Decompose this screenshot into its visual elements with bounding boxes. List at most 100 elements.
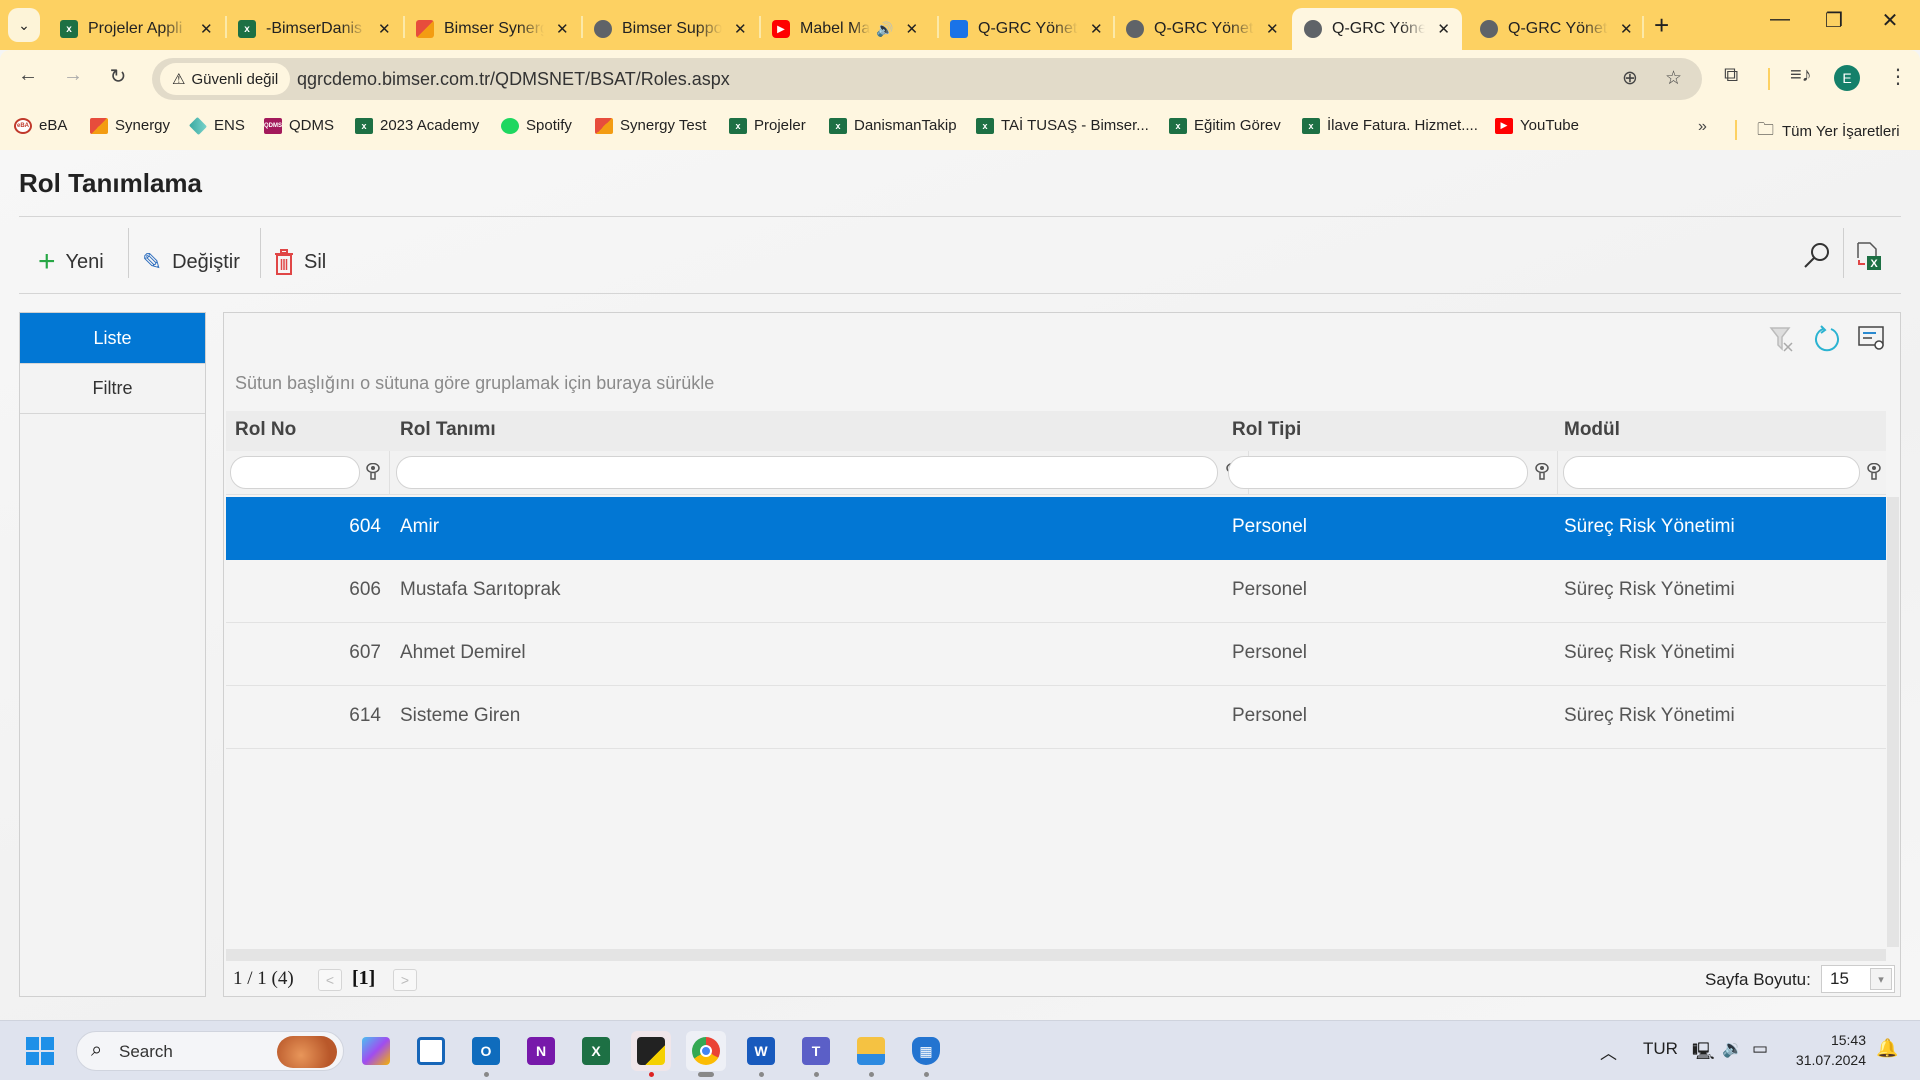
- tab-search-button[interactable]: ⌄: [8, 8, 40, 42]
- close-tab-icon[interactable]: ✕: [200, 20, 213, 38]
- browser-tab[interactable]: Q-GRC Yönet ✕: [1114, 8, 1291, 50]
- onenote-app[interactable]: N: [521, 1031, 561, 1071]
- close-tab-icon[interactable]: ✕: [1090, 20, 1103, 38]
- volume-icon[interactable]: 🔉: [1722, 1039, 1743, 1059]
- file-explorer-app[interactable]: [851, 1031, 891, 1077]
- clear-filter-icon[interactable]: [1769, 325, 1795, 353]
- word-app[interactable]: W: [741, 1031, 781, 1077]
- browser-tab[interactable]: ▶ Mabel Ma 🔊 ✕: [760, 8, 930, 50]
- system-clock[interactable]: 15:43 31.07.2024: [1794, 1030, 1866, 1070]
- zoom-in-icon[interactable]: ⊕: [1622, 67, 1638, 90]
- delete-button[interactable]: Sil: [274, 242, 326, 282]
- back-button[interactable]: ←: [13, 64, 43, 87]
- group-panel-hint[interactable]: Sütun başlığını o sütuna göre gruplamak …: [235, 373, 714, 394]
- teams-app[interactable]: T: [796, 1031, 836, 1077]
- sticky-notes-app[interactable]: [631, 1031, 671, 1077]
- table-row[interactable]: 606 Mustafa Sarıtoprak Personel Süreç Ri…: [226, 560, 1886, 623]
- copilot-app[interactable]: [356, 1031, 396, 1071]
- battery-icon[interactable]: ▭: [1752, 1039, 1768, 1059]
- security-app[interactable]: ▦: [906, 1031, 946, 1077]
- column-header-modul[interactable]: Modül: [1564, 419, 1620, 441]
- bookmark-item[interactable]: Synergy Test: [595, 117, 706, 134]
- browser-tab[interactable]: x -BimserDanis ✕: [226, 8, 403, 50]
- browser-tab[interactable]: Bimser Synerg ✕: [404, 8, 581, 50]
- task-view-app[interactable]: [411, 1031, 451, 1071]
- browser-tab[interactable]: Bimser Suppo ✕: [582, 8, 759, 50]
- tab-liste[interactable]: Liste: [20, 313, 205, 364]
- next-page-button[interactable]: >: [393, 969, 417, 991]
- reload-button[interactable]: ↻: [103, 64, 133, 89]
- new-tab-button[interactable]: +: [1654, 10, 1669, 41]
- media-control-icon[interactable]: ≡♪: [1790, 64, 1812, 87]
- network-icon[interactable]: 🖳: [1692, 1039, 1715, 1068]
- minimize-button[interactable]: —: [1760, 8, 1800, 31]
- browser-tab-active[interactable]: Q-GRC Yöneti ✕: [1292, 8, 1462, 50]
- bookmark-item[interactable]: x 2023 Academy: [355, 117, 479, 134]
- chrome-app[interactable]: [686, 1031, 726, 1077]
- notification-bell-icon[interactable]: 🔔: [1876, 1038, 1898, 1059]
- column-header-rol-tanimi[interactable]: Rol Tanımı: [400, 419, 496, 441]
- column-settings-icon[interactable]: [1858, 325, 1886, 351]
- close-window-button[interactable]: ✕: [1870, 8, 1910, 33]
- close-tab-icon[interactable]: ✕: [734, 20, 747, 38]
- refresh-icon[interactable]: [1813, 325, 1841, 353]
- table-row[interactable]: 614 Sisteme Giren Personel Süreç Risk Yö…: [226, 686, 1886, 749]
- column-header-rol-tipi[interactable]: Rol Tipi: [1232, 419, 1301, 441]
- edit-button[interactable]: ✎ Değiştir: [142, 242, 240, 282]
- bookmark-item[interactable]: ENS: [188, 116, 245, 135]
- table-row[interactable]: 607 Ahmet Demirel Personel Süreç Risk Yö…: [226, 623, 1886, 686]
- close-tab-icon[interactable]: ✕: [905, 20, 918, 38]
- close-tab-icon[interactable]: ✕: [1437, 20, 1450, 38]
- filter-input-rol-no[interactable]: [230, 456, 360, 489]
- more-menu-icon[interactable]: ⋮: [1888, 64, 1908, 89]
- bookmark-item[interactable]: x TAİ TUSAŞ - Bimser...: [976, 117, 1149, 134]
- bookmark-item[interactable]: x İlave Fatura. Hizmet....: [1302, 117, 1478, 134]
- close-tab-icon[interactable]: ✕: [1620, 20, 1633, 38]
- bookmark-item[interactable]: QDMS QDMS: [264, 117, 334, 134]
- new-button[interactable]: + Yeni: [38, 242, 104, 282]
- security-indicator[interactable]: ⚠ Güvenli değil: [160, 63, 291, 95]
- tab-filtre[interactable]: Filtre: [20, 364, 205, 414]
- bookmark-item[interactable]: ▶ YouTube: [1495, 117, 1579, 134]
- filter-input-modul[interactable]: [1563, 456, 1860, 489]
- show-hidden-icons[interactable]: ︿: [1600, 1039, 1617, 1064]
- browser-tab[interactable]: Q-GRC Yönet ✕: [1468, 8, 1645, 50]
- close-tab-icon[interactable]: ✕: [378, 20, 391, 38]
- bookmarks-overflow-button[interactable]: »: [1698, 118, 1707, 136]
- excel-app[interactable]: X: [576, 1031, 616, 1071]
- filter-input-rol-tanimi[interactable]: [396, 456, 1218, 489]
- all-bookmarks-button[interactable]: 🗀 Tüm Yer İşaretleri: [1757, 117, 1900, 146]
- bookmark-item[interactable]: eBA eBA: [14, 117, 67, 134]
- filter-input-rol-tipi[interactable]: [1228, 456, 1528, 489]
- url-text[interactable]: qgrcdemo.bimser.com.tr/QDMSNET/BSAT/Role…: [297, 69, 730, 90]
- bookmark-item[interactable]: Synergy: [90, 117, 170, 134]
- bookmark-item[interactable]: Spotify: [501, 117, 572, 134]
- speaker-icon[interactable]: 🔊: [876, 21, 893, 38]
- input-language[interactable]: TUR: [1643, 1039, 1678, 1059]
- vertical-scrollbar[interactable]: [1887, 497, 1899, 947]
- page-size-select[interactable]: 15 ▾: [1821, 965, 1895, 993]
- bookmark-item[interactable]: x Projeler: [729, 117, 806, 134]
- bookmark-star-icon[interactable]: ☆: [1665, 67, 1682, 90]
- horizontal-scrollbar[interactable]: [226, 949, 1886, 961]
- start-button[interactable]: [26, 1037, 54, 1065]
- forward-button[interactable]: →: [58, 64, 88, 87]
- bookmark-item[interactable]: x Eğitim Görev: [1169, 117, 1281, 134]
- outlook-app[interactable]: O: [466, 1031, 506, 1077]
- browser-tab[interactable]: x Projeler Appli ✕: [48, 8, 225, 50]
- filter-options-icon[interactable]: [1867, 463, 1881, 481]
- close-tab-icon[interactable]: ✕: [556, 20, 569, 38]
- chevron-down-icon[interactable]: ▾: [1870, 968, 1892, 990]
- browser-tab[interactable]: Q-GRC Yöneti ✕: [938, 8, 1115, 50]
- column-header-rol-no[interactable]: Rol No: [235, 419, 296, 441]
- taskbar-search[interactable]: ⌕ Search: [76, 1031, 344, 1071]
- close-tab-icon[interactable]: ✕: [1266, 20, 1279, 38]
- filter-options-icon[interactable]: [1535, 463, 1549, 481]
- profile-avatar[interactable]: E: [1834, 65, 1860, 91]
- export-excel-icon[interactable]: X: [1856, 242, 1882, 272]
- restore-button[interactable]: ❐: [1814, 8, 1854, 33]
- extensions-icon[interactable]: ⧉: [1724, 64, 1738, 87]
- search-icon[interactable]: [1802, 240, 1832, 270]
- address-bar[interactable]: ⚠ Güvenli değil qgrcdemo.bimser.com.tr/Q…: [152, 58, 1702, 100]
- prev-page-button[interactable]: <: [318, 969, 342, 991]
